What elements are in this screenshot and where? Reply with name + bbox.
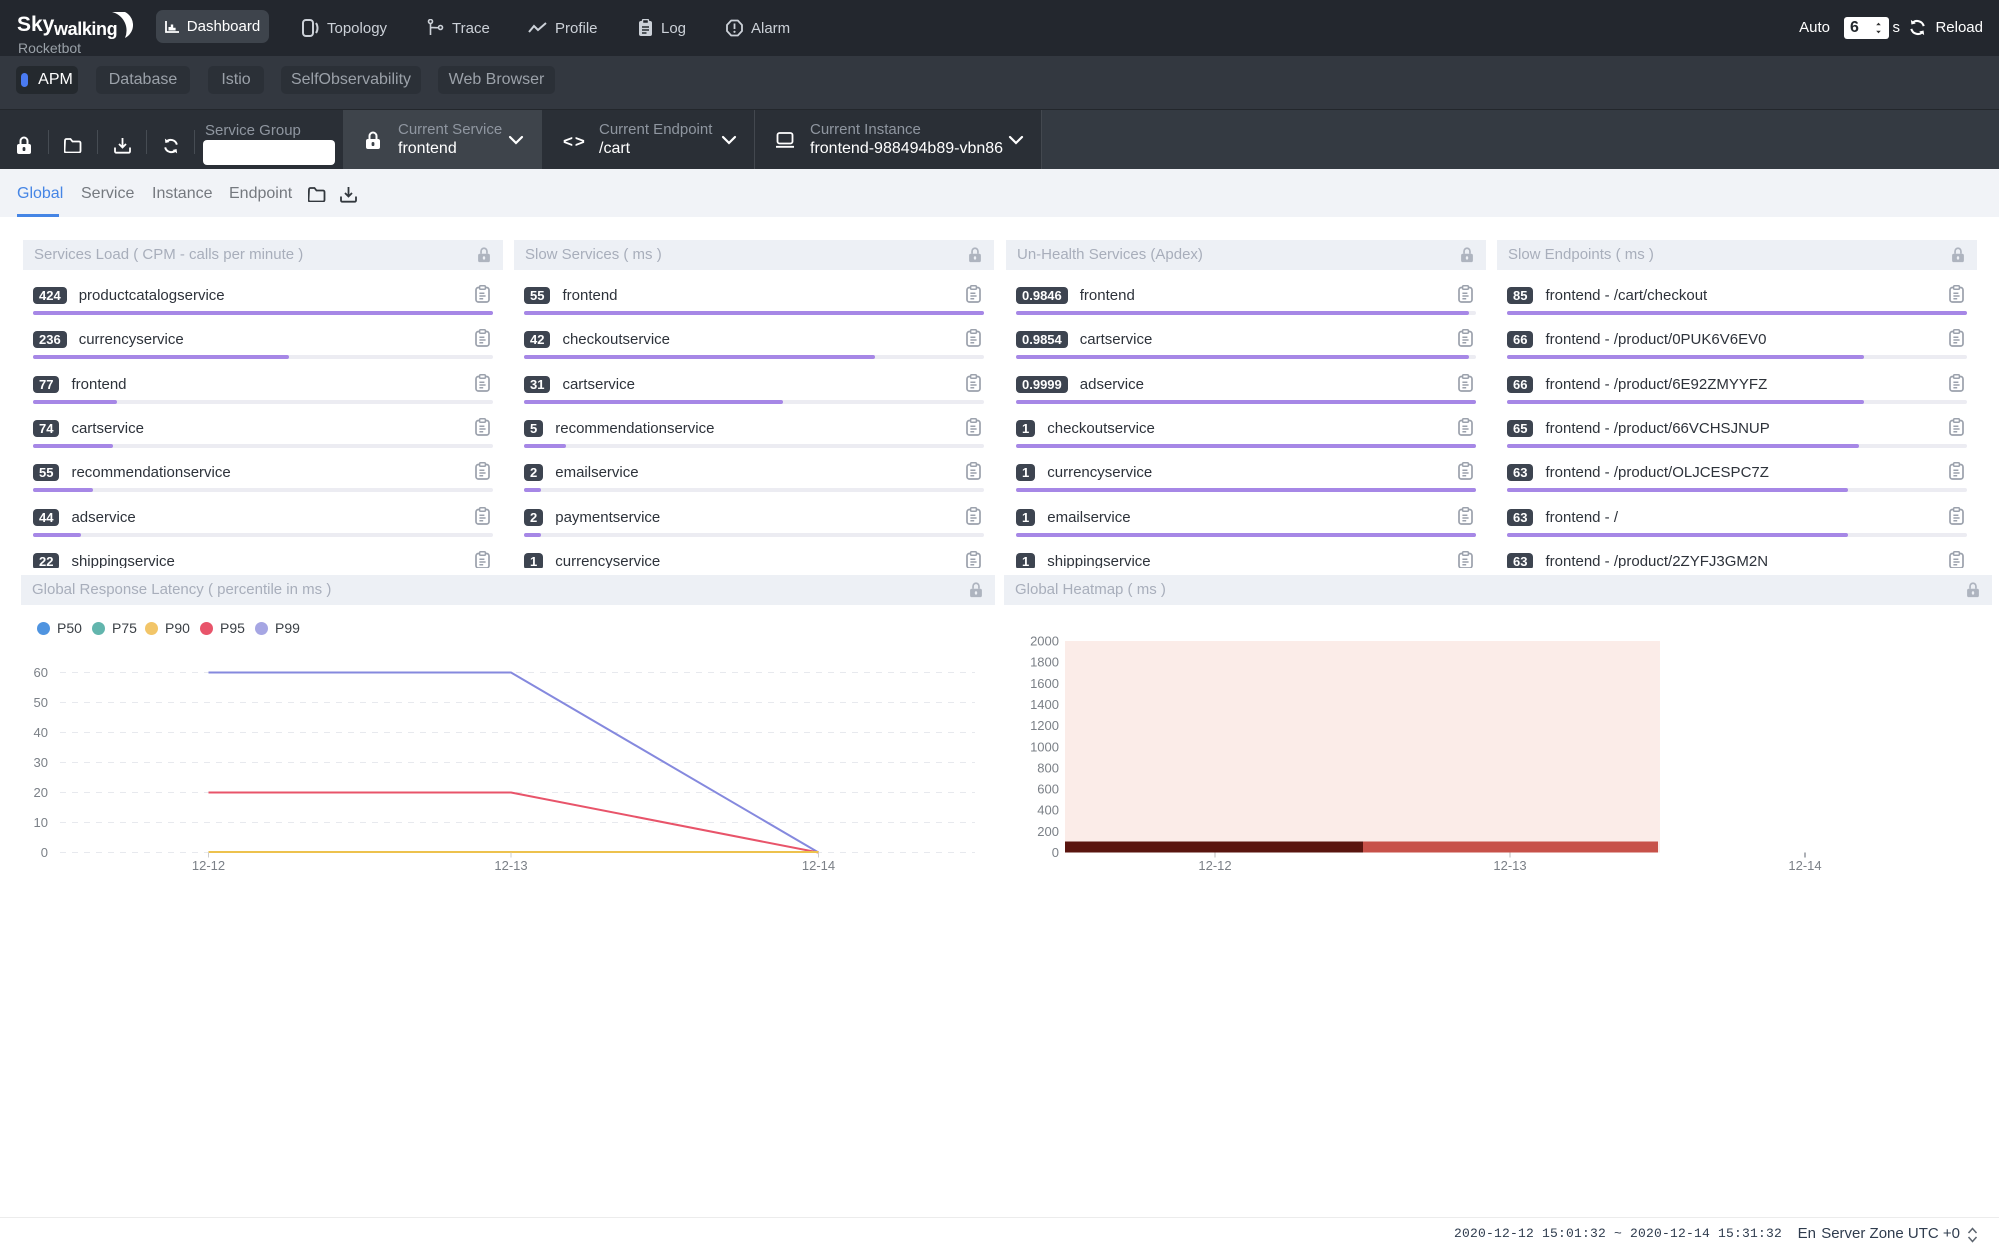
svg-text:50: 50	[34, 695, 48, 710]
svg-text:1800: 1800	[1030, 655, 1059, 670]
svg-text:1400: 1400	[1030, 697, 1059, 712]
svg-text:12-12: 12-12	[1198, 858, 1231, 873]
svg-text:0: 0	[41, 845, 48, 860]
svg-text:1000: 1000	[1030, 739, 1059, 754]
svg-text:800: 800	[1037, 760, 1059, 775]
svg-text:1200: 1200	[1030, 718, 1059, 733]
svg-text:12-14: 12-14	[802, 858, 835, 873]
svg-text:40: 40	[34, 725, 48, 740]
svg-text:600: 600	[1037, 782, 1059, 797]
svg-text:2000: 2000	[1030, 634, 1059, 649]
svg-text:12-12: 12-12	[192, 858, 225, 873]
svg-text:12-13: 12-13	[1493, 858, 1526, 873]
svg-text:12-14: 12-14	[1788, 858, 1821, 873]
svg-text:30: 30	[34, 755, 48, 770]
svg-text:60: 60	[34, 665, 48, 680]
svg-text:0: 0	[1052, 845, 1059, 860]
svg-text:1600: 1600	[1030, 676, 1059, 691]
svg-text:12-13: 12-13	[494, 858, 527, 873]
svg-text:400: 400	[1037, 803, 1059, 818]
svg-text:20: 20	[34, 785, 48, 800]
svg-text:10: 10	[34, 815, 48, 830]
svg-text:200: 200	[1037, 824, 1059, 839]
